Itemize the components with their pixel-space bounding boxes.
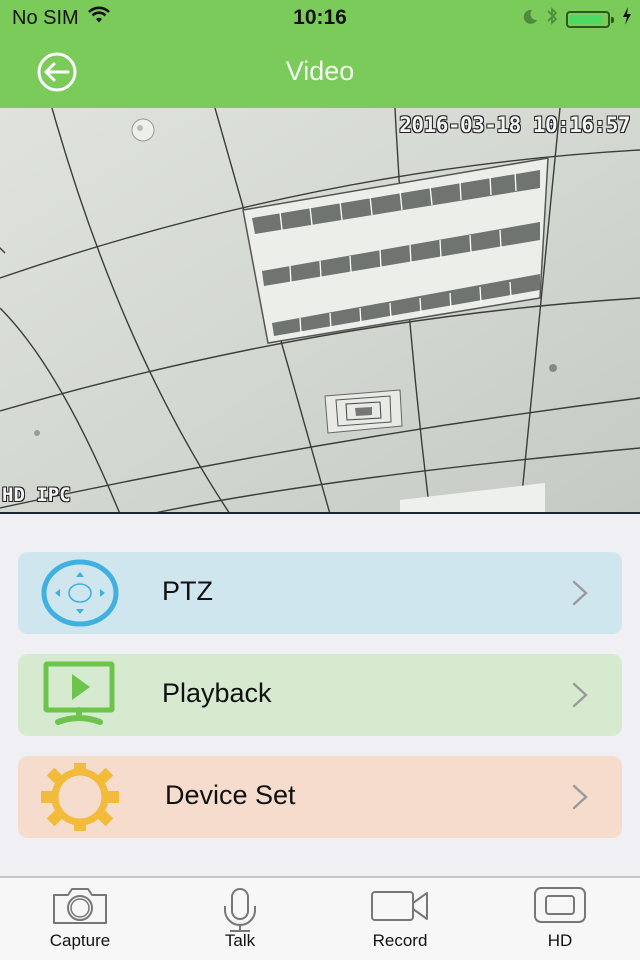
menu-list: PTZ Playback Device Set <box>18 552 622 858</box>
menu-item-label: Playback <box>162 678 272 708</box>
menu-item-label: Device Set <box>165 780 296 810</box>
monitor-play-icon <box>43 661 115 725</box>
menu-item-ptz[interactable]: PTZ <box>18 552 622 634</box>
tab-label: Talk <box>224 931 256 950</box>
gear-icon <box>41 763 119 831</box>
page-title: Video <box>285 56 355 86</box>
video-timestamp: 2016-03-18 10:16:57 <box>399 113 630 137</box>
battery-icon <box>566 10 614 28</box>
chevron-right-icon <box>572 580 588 606</box>
menu-item-label: PTZ <box>162 576 213 606</box>
top-bar: No SIM 10:16 Video <box>0 0 640 108</box>
sprinkler <box>34 430 40 436</box>
air-vent <box>324 389 403 434</box>
status-bar: No SIM 10:16 <box>0 0 640 36</box>
charging-bolt-icon <box>622 7 632 31</box>
video-camera-icon <box>371 891 428 921</box>
capture-button[interactable]: Capture <box>0 878 160 960</box>
chevron-right-icon <box>572 682 588 708</box>
bluetooth-icon <box>546 6 558 32</box>
video-player[interactable]: 2016-03-18 10:16:57 HD IPC <box>0 108 640 514</box>
tab-label: Record <box>372 931 428 950</box>
camera-name-label: HD IPC <box>2 484 71 506</box>
tab-label: Capture <box>49 931 111 950</box>
record-button[interactable]: Record <box>320 878 480 960</box>
smoke-detector <box>131 118 155 142</box>
sprinkler <box>549 364 557 372</box>
video-frame <box>0 108 640 512</box>
hd-screen-icon <box>534 887 586 923</box>
nav-bar: Video <box>0 36 640 108</box>
chevron-right-icon <box>572 784 588 810</box>
menu-item-device-set[interactable]: Device Set <box>18 756 622 838</box>
hd-button[interactable]: HD <box>480 878 640 960</box>
talk-button[interactable]: Talk <box>160 878 320 960</box>
menu-item-playback[interactable]: Playback <box>18 654 622 736</box>
battery-fill <box>570 14 603 24</box>
microphone-icon <box>224 888 256 932</box>
camera-icon <box>53 888 107 924</box>
ptz-joystick-icon <box>41 559 119 627</box>
tab-label: HD <box>547 931 573 950</box>
bottom-toolbar: Capture Talk Record HD <box>0 876 640 960</box>
moon-icon <box>522 8 538 31</box>
